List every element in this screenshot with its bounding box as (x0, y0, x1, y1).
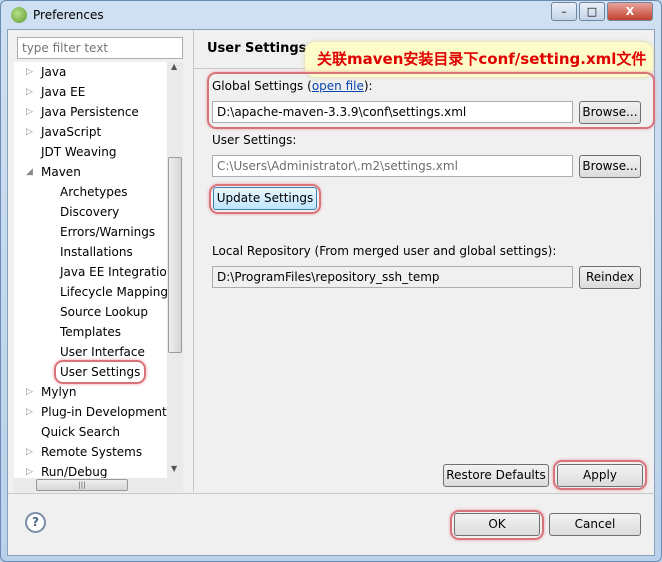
tree-item-label: Remote Systems (41, 445, 143, 459)
tree-item-label: Lifecycle Mapping (60, 285, 168, 299)
user-browse-button[interactable]: Browse... (579, 155, 641, 178)
expand-arrow-icon[interactable]: ▷ (26, 382, 33, 402)
restore-defaults-button[interactable]: Restore Defaults (443, 464, 549, 487)
tree-item[interactable]: Source Lookup (14, 302, 174, 322)
tree-item[interactable]: ▷ Java EE (14, 82, 174, 102)
expand-arrow-icon[interactable]: ▷ (26, 402, 33, 422)
close-button[interactable]: X (607, 2, 653, 21)
tree-item[interactable]: Archetypes (14, 182, 174, 202)
filter-input[interactable] (17, 37, 183, 59)
help-icon[interactable]: ? (25, 512, 46, 533)
cancel-button[interactable]: Cancel (549, 513, 641, 536)
preference-tree: ▷ Java ▷ Java EE ▷ Java Persistence ▷ JavaScrip… (14, 62, 183, 478)
tree-item[interactable]: ▷ Java Persistence (14, 102, 174, 122)
footer-divider (8, 493, 655, 494)
tree-item[interactable]: ▷ Plug-in Development (14, 402, 174, 422)
tree-item[interactable]: Templates (14, 322, 174, 342)
tree-item-label: Source Lookup (60, 305, 148, 319)
tree-item[interactable]: Installations (14, 242, 174, 262)
tree-item-label: Java (41, 65, 67, 79)
tree-item-label: Templates (60, 325, 122, 339)
label-text: Global Settings ( (212, 79, 312, 93)
window-title: Preferences (33, 8, 104, 22)
tree-item[interactable]: Quick Search (14, 422, 174, 442)
tree-item[interactable]: ▷ JavaScript (14, 122, 174, 142)
eclipse-logo-icon (11, 7, 27, 23)
global-settings-input[interactable] (212, 101, 573, 123)
tree-item[interactable]: JDT Weaving (14, 142, 174, 162)
update-settings-button[interactable]: Update Settings (213, 187, 317, 210)
tree-item[interactable]: Discovery (14, 202, 174, 222)
label-text: ): (363, 79, 373, 93)
expand-arrow-icon[interactable]: ▷ (26, 82, 33, 102)
tree-item-label: Installations (60, 245, 133, 259)
tree-item[interactable]: User Interface (14, 342, 174, 362)
tree-item-label: Run/Debug (41, 465, 108, 478)
maximize-button[interactable]: □ (579, 2, 605, 21)
tree-item[interactable]: Errors/Warnings (14, 222, 174, 242)
panel-divider (193, 30, 194, 492)
tree-item[interactable]: ▷ Run/Debug (14, 462, 174, 478)
tree-item-label: JavaScript (41, 125, 102, 139)
tree-item[interactable]: ◢ Maven (14, 162, 174, 182)
tree-item-label: Java EE Integration (60, 265, 175, 279)
tree-item-label: Java EE (41, 85, 86, 99)
tree-item-label: Archetypes (60, 185, 128, 199)
expand-arrow-icon[interactable]: ▷ (26, 62, 33, 82)
global-settings-label: Global Settings (open file): (212, 79, 373, 93)
selected-item-highlight (54, 360, 146, 384)
collapse-arrow-icon[interactable]: ◢ (26, 162, 33, 182)
apply-button[interactable]: Apply (557, 464, 643, 487)
tree-item[interactable]: ▷ Mylyn (14, 382, 174, 402)
tree-item[interactable]: Java EE Integration (14, 262, 174, 282)
scrollbar-thumb[interactable]: ||| (36, 479, 128, 491)
tree-item-label: Quick Search (41, 425, 120, 439)
expand-arrow-icon[interactable]: ▷ (26, 442, 33, 462)
tree-item-label: Plug-in Development (41, 405, 167, 419)
tree-item-label: Maven (41, 165, 81, 179)
page-title: User Settings (207, 41, 307, 56)
scrollbar-thumb[interactable] (168, 157, 182, 353)
expand-arrow-icon[interactable]: ▷ (26, 462, 33, 478)
tree-item[interactable]: ▷ Java (14, 62, 174, 82)
ok-button[interactable]: OK (454, 513, 540, 536)
open-file-link[interactable]: open file (312, 79, 364, 93)
tree-item-label: Discovery (60, 205, 120, 219)
tree-vertical-scrollbar[interactable]: ▲ ▼ (167, 62, 183, 478)
tree-item-label: Errors/Warnings (60, 225, 156, 239)
user-settings-label: User Settings: (212, 133, 297, 147)
tree-item[interactable]: Lifecycle Mapping (14, 282, 174, 302)
tree-item-label: Java Persistence (41, 105, 139, 119)
user-settings-input[interactable] (212, 155, 573, 177)
expand-arrow-icon[interactable]: ▷ (26, 102, 33, 122)
scroll-down-icon[interactable]: ▼ (171, 464, 177, 473)
reindex-button[interactable]: Reindex (579, 266, 641, 289)
global-browse-button[interactable]: Browse... (579, 101, 641, 124)
tree-item[interactable]: ▷ Remote Systems (14, 442, 174, 462)
local-repository-label: Local Repository (From merged user and g… (212, 244, 557, 258)
tree-horizontal-scrollbar[interactable]: ||| (14, 478, 183, 492)
expand-arrow-icon[interactable]: ▷ (26, 122, 33, 142)
minimize-button[interactable]: – (551, 2, 577, 21)
local-repository-input[interactable] (212, 266, 573, 288)
tree-item-label: JDT Weaving (41, 145, 117, 159)
tree-item-label: User Interface (60, 345, 145, 359)
scroll-up-icon[interactable]: ▲ (171, 62, 177, 71)
tree-item-label: Mylyn (41, 385, 77, 399)
